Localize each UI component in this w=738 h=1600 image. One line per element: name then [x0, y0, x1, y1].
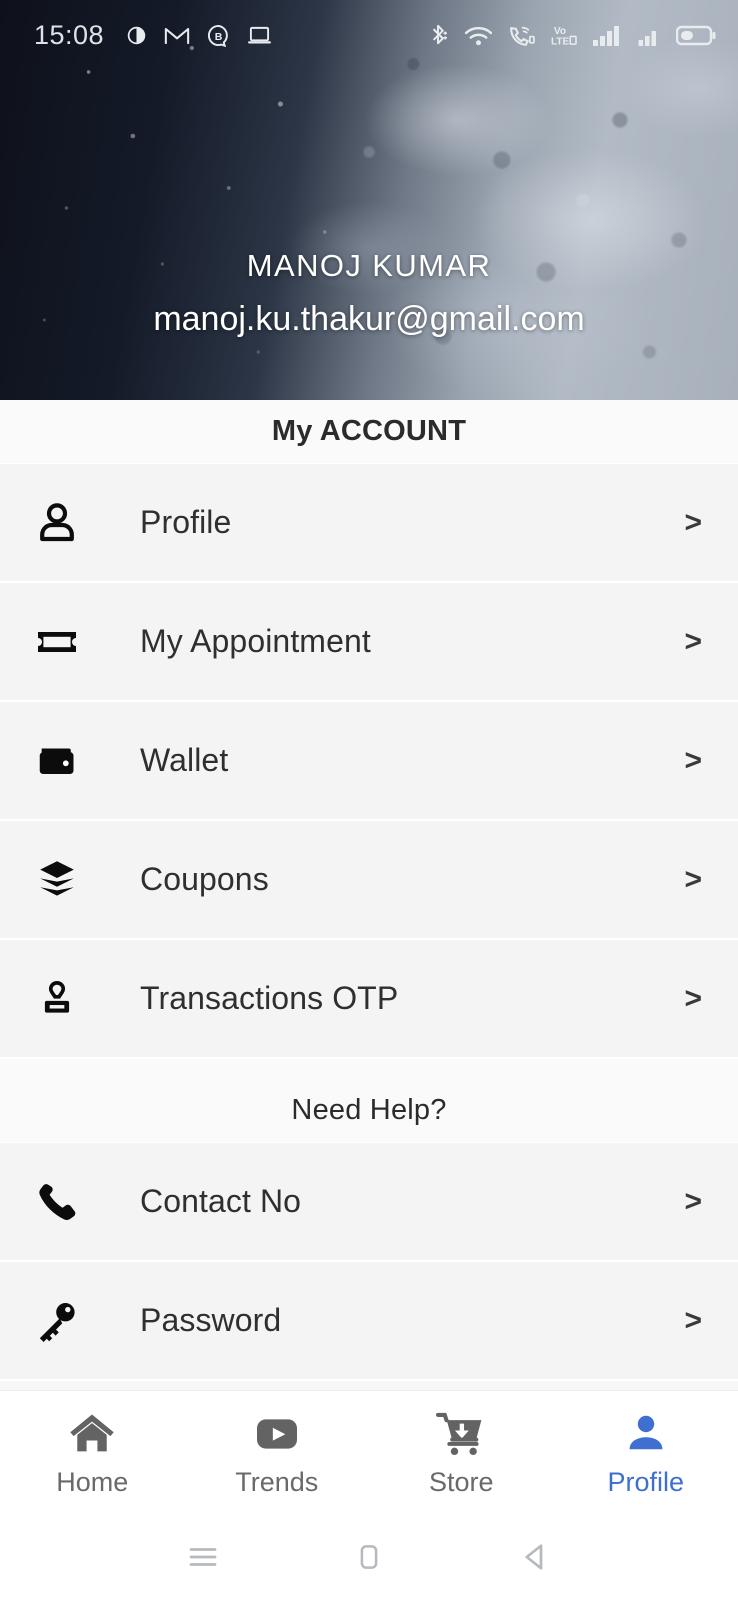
- back-triangle-icon[interactable]: [500, 1522, 570, 1592]
- menu-row-contact-no[interactable]: Contact No >: [0, 1143, 738, 1262]
- home-square-icon[interactable]: [334, 1522, 404, 1592]
- key-icon: [26, 1290, 88, 1352]
- ticket-icon: [26, 611, 88, 673]
- menu-row-label: Coupons: [140, 861, 269, 897]
- nav-tab-label: Store: [428, 1467, 494, 1497]
- user-name: MANOJ KUMAR: [246, 248, 492, 283]
- menu-row-coupons[interactable]: Coupons >: [0, 821, 738, 940]
- chevron-right-icon: >: [684, 862, 702, 896]
- profile-header-banner: 15:08 B Vo LTE MANOJ KUMAR manoj.ku.thak…: [0, 0, 738, 400]
- layers-icon: [26, 849, 88, 911]
- menu-content: My ACCOUNT Profile > My Appointment > Wa…: [0, 400, 738, 1390]
- person-icon: [26, 492, 88, 554]
- section-title: My ACCOUNT: [271, 415, 467, 447]
- svg-text:LTE: LTE: [551, 37, 570, 47]
- battery-icon: [676, 25, 716, 45]
- section-title: Need Help?: [291, 1094, 447, 1126]
- chevron-right-icon: >: [684, 1303, 702, 1337]
- play-video-icon: [252, 1407, 302, 1461]
- nav-tab-store[interactable]: Store: [369, 1391, 554, 1514]
- menu-row-my-appointment[interactable]: My Appointment >: [0, 583, 738, 702]
- section-divider: [0, 1059, 738, 1079]
- recents-menu-icon[interactable]: [168, 1522, 238, 1592]
- menu-row-label: Password: [140, 1302, 282, 1338]
- svg-text:B: B: [215, 30, 223, 42]
- menu-row-transactions-otp[interactable]: Transactions OTP >: [0, 940, 738, 1059]
- chevron-right-icon: >: [684, 505, 702, 539]
- chevron-right-icon: >: [684, 624, 702, 658]
- user-email: manoj.ku.thakur@gmail.com: [153, 300, 585, 338]
- menu-row-password[interactable]: Password >: [0, 1262, 738, 1381]
- svg-text:Vo: Vo: [554, 26, 566, 37]
- signal-bars-icon-2: [638, 30, 656, 46]
- menu-row-label: Contact No: [140, 1183, 302, 1219]
- moon-phase-icon: [127, 26, 146, 44]
- menu-row-label: Transactions OTP: [140, 980, 399, 1016]
- status-bar: 15:08 B Vo LTE: [0, 0, 738, 70]
- chevron-right-icon: >: [684, 981, 702, 1015]
- stamp-icon: [26, 968, 88, 1030]
- gmail-icon: [164, 27, 190, 44]
- menu-row-profile[interactable]: Profile >: [0, 464, 738, 583]
- volte-icon: Vo LTE: [551, 26, 577, 47]
- bottom-navigation-bar: Home Trends Store Profile: [0, 1390, 738, 1514]
- phone-screen: 15:08 B Vo LTE MANOJ KUMAR manoj.ku.thak…: [0, 0, 738, 1600]
- status-bar-system-icons: Vo LTE: [427, 23, 716, 48]
- person-filled-icon: [622, 1407, 670, 1461]
- chevron-right-icon: >: [684, 1184, 702, 1218]
- shopping-cart-download-icon: [435, 1407, 487, 1461]
- nav-tab-label: Trends: [235, 1467, 319, 1497]
- chevron-right-icon: >: [684, 743, 702, 777]
- wifi-icon: [464, 26, 493, 45]
- status-bar-notification-icons: B: [126, 24, 272, 47]
- menu-row-label: Wallet: [140, 742, 229, 778]
- menu-row-wallet[interactable]: Wallet >: [0, 702, 738, 821]
- nav-tab-profile[interactable]: Profile: [554, 1391, 738, 1514]
- status-bar-clock: 15:08: [34, 19, 105, 50]
- bluetooth-icon: [433, 24, 448, 44]
- laptop-icon: [248, 26, 272, 44]
- nav-tab-trends[interactable]: Trends: [185, 1391, 370, 1514]
- nav-tab-home[interactable]: Home: [0, 1391, 185, 1514]
- wallet-icon: [26, 730, 88, 792]
- section-header-need-help: Need Help?: [0, 1079, 738, 1143]
- bolt-b-bubble-icon: B: [208, 24, 228, 47]
- nav-tab-label: Profile: [607, 1467, 685, 1497]
- signal-bars-icon-1: [593, 25, 619, 46]
- menu-row-label: My Appointment: [140, 623, 371, 659]
- wifi-calling-icon: [510, 26, 535, 46]
- phone-icon: [26, 1171, 88, 1233]
- header-user-info: MANOJ KUMAR manoj.ku.thakur@gmail.com: [0, 248, 738, 339]
- menu-row-label: Profile: [140, 504, 232, 540]
- home-icon: [66, 1407, 118, 1461]
- section-header-my-account: My ACCOUNT: [0, 400, 738, 464]
- android-system-navigation: [0, 1514, 738, 1600]
- nav-tab-label: Home: [56, 1467, 129, 1497]
